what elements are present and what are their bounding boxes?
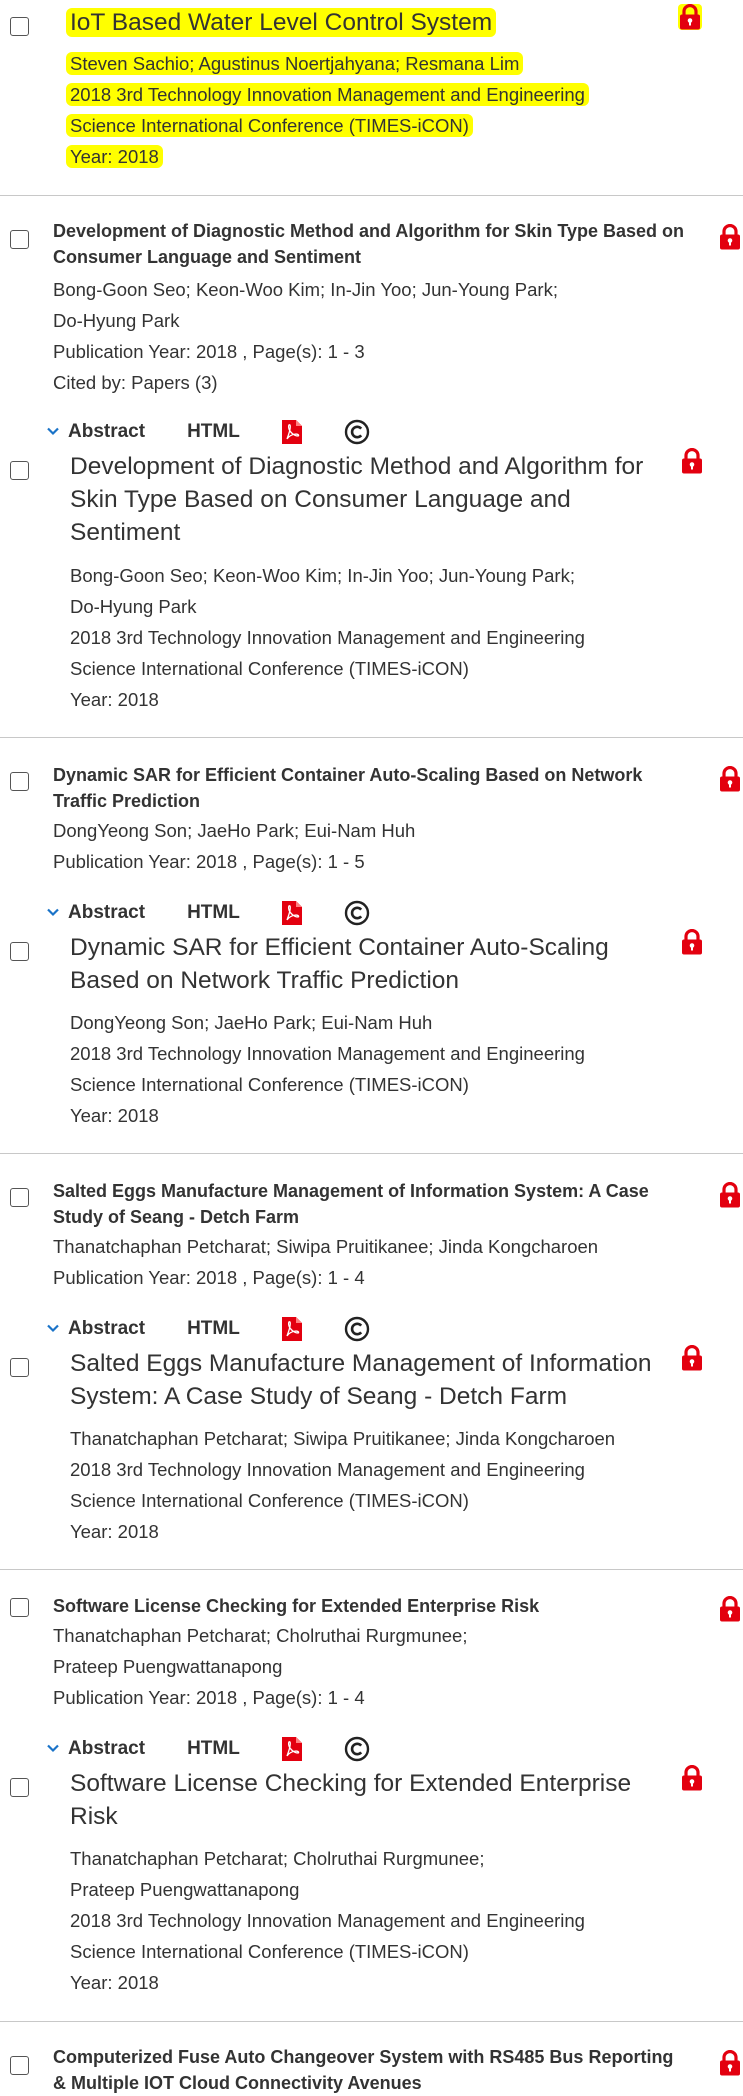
expanded-authors[interactable]: Thanatchaphan Petcharat; Siwipa Pruitika… bbox=[70, 1423, 615, 1455]
result-item-4: Software License Checking for Extended E… bbox=[0, 1570, 743, 2020]
item-actions: Abstract HTML bbox=[46, 899, 370, 927]
item-authors[interactable]: Thanatchaphan Petcharat; Siwipa Pruitika… bbox=[53, 1231, 598, 1263]
pdf-icon[interactable] bbox=[280, 419, 304, 445]
expanded-title[interactable]: Dynamic SAR for Efficient Container Auto… bbox=[70, 931, 680, 997]
select-checkbox[interactable] bbox=[10, 1358, 29, 1377]
result-item-1: Development of Diagnostic Method and Alg… bbox=[0, 196, 743, 736]
chevron-down-icon[interactable] bbox=[46, 424, 62, 440]
result-item-3: Salted Eggs Manufacture Management of In… bbox=[0, 1154, 743, 1568]
copyright-icon[interactable] bbox=[344, 1316, 370, 1342]
select-checkbox[interactable] bbox=[10, 1188, 29, 1207]
expanded-conference[interactable]: 2018 3rd Technology Innovation Managemen… bbox=[70, 622, 585, 654]
item-title[interactable]: IoT Based Water Level Control System bbox=[66, 6, 497, 40]
item-cited-by[interactable]: Cited by: Papers (3) bbox=[53, 367, 218, 399]
select-checkbox[interactable] bbox=[10, 2056, 29, 2075]
lock-icon bbox=[680, 1345, 704, 1371]
item-conference-line1[interactable]: 2018 3rd Technology Innovation Managemen… bbox=[66, 81, 589, 109]
expanded-conference[interactable]: Science International Conference (TIMES-… bbox=[70, 653, 469, 685]
item-actions: Abstract HTML bbox=[46, 418, 370, 446]
lock-icon bbox=[718, 1182, 742, 1208]
result-item-2: Dynamic SAR for Efficient Container Auto… bbox=[0, 738, 743, 1152]
item-actions: Abstract HTML bbox=[46, 1735, 370, 1763]
item-conference-line2[interactable]: Science International Conference (TIMES-… bbox=[66, 112, 473, 140]
expanded-conference[interactable]: 2018 3rd Technology Innovation Managemen… bbox=[70, 1038, 585, 1070]
select-checkbox[interactable] bbox=[10, 772, 29, 791]
expanded-authors[interactable]: Bong-Goon Seo; Keon-Woo Kim; In-Jin Yoo;… bbox=[70, 560, 575, 592]
item-title-link[interactable]: Salted Eggs Manufacture Management of In… bbox=[53, 1178, 689, 1230]
expanded-conference[interactable]: Science International Conference (TIMES-… bbox=[70, 1485, 469, 1517]
item-publication-info: Publication Year: 2018 , Page(s): 1 - 5 bbox=[53, 851, 365, 872]
copyright-icon[interactable] bbox=[344, 1736, 370, 1762]
pdf-icon[interactable] bbox=[280, 1736, 304, 1762]
html-link[interactable]: HTML bbox=[187, 421, 240, 443]
chevron-down-icon[interactable] bbox=[46, 1741, 62, 1757]
item-title-link[interactable]: Development of Diagnostic Method and Alg… bbox=[53, 218, 689, 270]
item-authors[interactable]: Do-Hyung Park bbox=[53, 305, 179, 337]
item-publication-info: Publication Year: 2018 , Page(s): 1 - 4 bbox=[53, 1687, 365, 1708]
expanded-authors[interactable]: Thanatchaphan Petcharat; Cholruthai Rurg… bbox=[70, 1843, 484, 1875]
abstract-toggle[interactable]: Abstract bbox=[68, 1738, 145, 1760]
select-checkbox[interactable] bbox=[10, 942, 29, 961]
lock-icon bbox=[718, 2050, 742, 2076]
result-item-top: IoT Based Water Level Control System Ste… bbox=[0, 0, 743, 180]
pdf-icon[interactable] bbox=[280, 900, 304, 926]
item-authors[interactable]: Bong-Goon Seo; Keon-Woo Kim; In-Jin Yoo;… bbox=[53, 274, 558, 306]
pdf-icon[interactable] bbox=[280, 1316, 304, 1342]
lock-icon bbox=[718, 224, 742, 250]
expanded-title[interactable]: Development of Diagnostic Method and Alg… bbox=[70, 450, 680, 549]
expanded-conference[interactable]: 2018 3rd Technology Innovation Managemen… bbox=[70, 1905, 585, 1937]
item-authors[interactable]: DongYeong Son; JaeHo Park; Eui-Nam Huh bbox=[53, 815, 415, 847]
item-authors[interactable]: Prateep Puengwattanapong bbox=[53, 1651, 282, 1683]
item-actions: Abstract HTML bbox=[46, 1315, 370, 1343]
chevron-down-icon[interactable] bbox=[46, 905, 62, 921]
expanded-year: Year: 2018 bbox=[70, 1972, 159, 1993]
abstract-toggle[interactable]: Abstract bbox=[68, 902, 145, 924]
item-title-link[interactable]: Dynamic SAR for Efficient Container Auto… bbox=[53, 762, 689, 814]
lock-icon bbox=[718, 766, 742, 792]
copyright-icon[interactable] bbox=[344, 900, 370, 926]
abstract-toggle[interactable]: Abstract bbox=[68, 1318, 145, 1340]
lock-icon bbox=[680, 929, 704, 955]
item-publication-info: Publication Year: 2018 , Page(s): 1 - 3 bbox=[53, 341, 365, 362]
expanded-year: Year: 2018 bbox=[70, 1521, 159, 1542]
select-checkbox[interactable] bbox=[10, 1778, 29, 1797]
expanded-conference[interactable]: Science International Conference (TIMES-… bbox=[70, 1069, 469, 1101]
chevron-down-icon[interactable] bbox=[46, 1321, 62, 1337]
select-checkbox[interactable] bbox=[10, 230, 29, 249]
expanded-title[interactable]: Salted Eggs Manufacture Management of In… bbox=[70, 1347, 680, 1413]
lock-icon bbox=[680, 448, 704, 474]
expanded-conference[interactable]: 2018 3rd Technology Innovation Managemen… bbox=[70, 1454, 585, 1486]
item-year: Year: 2018 bbox=[66, 143, 163, 171]
html-link[interactable]: HTML bbox=[187, 1318, 240, 1340]
lock-icon bbox=[718, 1596, 742, 1622]
expanded-authors[interactable]: Do-Hyung Park bbox=[70, 591, 196, 623]
html-link[interactable]: HTML bbox=[187, 1738, 240, 1760]
item-title-link[interactable]: Computerized Fuse Auto Changeover System… bbox=[53, 2044, 689, 2096]
expanded-authors[interactable]: DongYeong Son; JaeHo Park; Eui-Nam Huh bbox=[70, 1007, 432, 1039]
select-checkbox[interactable] bbox=[10, 1598, 29, 1617]
lock-icon bbox=[678, 4, 702, 30]
item-authors[interactable]: Steven Sachio; Agustinus Noertjahyana; R… bbox=[66, 50, 524, 78]
expanded-title[interactable]: Software License Checking for Extended E… bbox=[70, 1767, 680, 1833]
expanded-year: Year: 2018 bbox=[70, 1105, 159, 1126]
item-publication-info: Publication Year: 2018 , Page(s): 1 - 4 bbox=[53, 1267, 365, 1288]
copyright-icon[interactable] bbox=[344, 419, 370, 445]
select-checkbox[interactable] bbox=[10, 17, 29, 36]
expanded-year: Year: 2018 bbox=[70, 689, 159, 710]
lock-icon bbox=[680, 1765, 704, 1791]
item-title-link[interactable]: Software License Checking for Extended E… bbox=[53, 1593, 689, 1619]
select-checkbox[interactable] bbox=[10, 461, 29, 480]
expanded-authors[interactable]: Prateep Puengwattanapong bbox=[70, 1874, 299, 1906]
html-link[interactable]: HTML bbox=[187, 902, 240, 924]
item-authors[interactable]: Thanatchaphan Petcharat; Cholruthai Rurg… bbox=[53, 1620, 467, 1652]
expanded-conference[interactable]: Science International Conference (TIMES-… bbox=[70, 1936, 469, 1968]
abstract-toggle[interactable]: Abstract bbox=[68, 421, 145, 443]
result-item-5: Computerized Fuse Auto Changeover System… bbox=[0, 2022, 743, 2094]
